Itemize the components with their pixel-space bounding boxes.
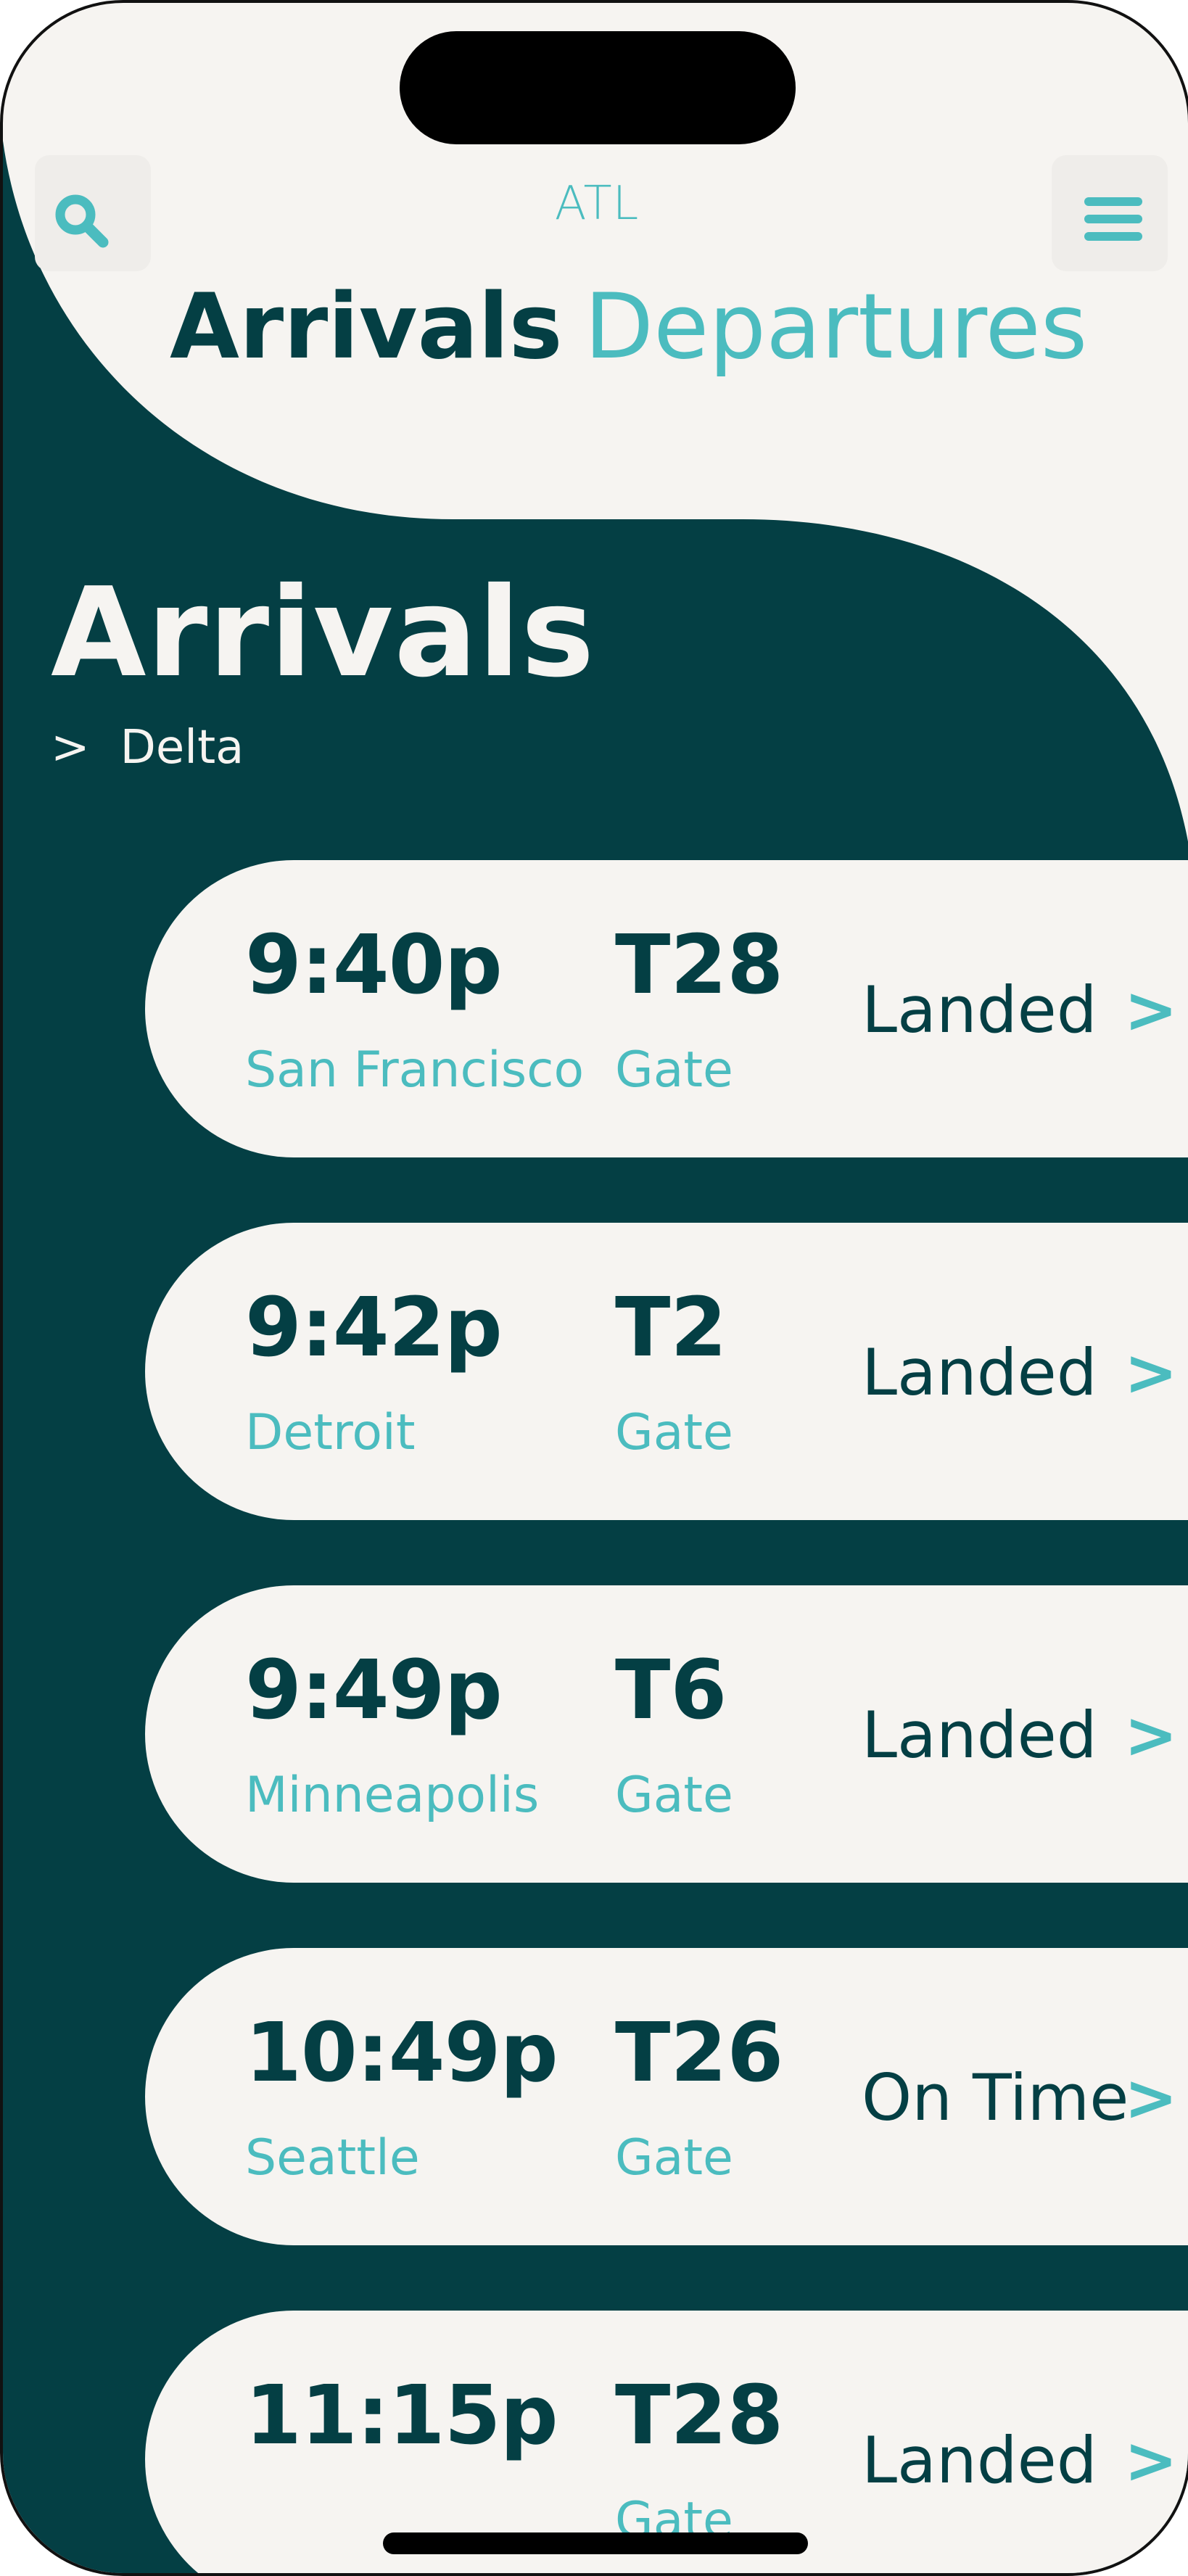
tab-departures[interactable]: Departures (585, 275, 1088, 379)
chevron-right-icon: > (1124, 2060, 1178, 2135)
chevron-right-icon: > (1124, 1698, 1178, 1772)
airline-filter[interactable]: > Delta (51, 721, 244, 775)
flight-status: Landed (862, 1335, 1097, 1410)
flight-time: 9:40p (245, 918, 503, 1012)
flight-status: Landed (862, 973, 1097, 1047)
flight-card[interactable]: 9:49p Minneapolis T6 Gate Landed > (145, 1585, 1188, 1883)
chevron-right-icon: > (51, 721, 90, 775)
flight-origin-city: San Francisco (245, 1041, 585, 1099)
dynamic-island (400, 31, 796, 144)
flight-gate: T28 (615, 2369, 784, 2463)
flight-gate: T26 (615, 2006, 784, 2100)
filter-label: Delta (120, 721, 244, 775)
flight-gate: T28 (615, 918, 784, 1012)
flight-card[interactable]: 10:49p Seattle T26 Gate On Time > (145, 1948, 1188, 2245)
gate-label: Gate (615, 1041, 733, 1099)
phone-frame: ATL Arrivals Departures Arrivals > Delta 9… (0, 0, 1188, 2576)
flight-time: 11:15p (245, 2369, 558, 2463)
gate-label: Gate (615, 1767, 733, 1824)
tab-arrivals[interactable]: Arrivals (170, 275, 563, 379)
flight-status: On Time (862, 2060, 1129, 2135)
flight-time: 9:42p (245, 1281, 503, 1375)
flight-status: Landed (862, 1698, 1097, 1772)
flight-origin-city: Minneapolis (245, 1767, 540, 1824)
tab-bar: Arrivals Departures (170, 275, 1087, 379)
flight-gate: T2 (615, 1281, 727, 1375)
flight-time: 9:49p (245, 1643, 503, 1738)
chevron-right-icon: > (1124, 2423, 1178, 2498)
flight-card[interactable]: 9:40p San Francisco T28 Gate Landed > (145, 860, 1188, 1157)
flight-origin-city: Detroit (245, 1404, 416, 1461)
chevron-right-icon: > (1124, 1335, 1178, 1410)
flight-time: 10:49p (245, 2006, 558, 2100)
gate-label: Gate (615, 1404, 733, 1461)
airport-code: ATL (554, 177, 640, 231)
flight-origin-city: Seattle (245, 2129, 420, 2187)
flight-card[interactable]: 9:42p Detroit T2 Gate Landed > (145, 1223, 1188, 1520)
home-indicator[interactable] (383, 2532, 808, 2554)
gate-label: Gate (615, 2129, 733, 2187)
section-title: Arrivals (51, 561, 595, 705)
flight-status: Landed (862, 2423, 1097, 2498)
flight-gate: T6 (615, 1643, 727, 1738)
chevron-right-icon: > (1124, 973, 1178, 1047)
